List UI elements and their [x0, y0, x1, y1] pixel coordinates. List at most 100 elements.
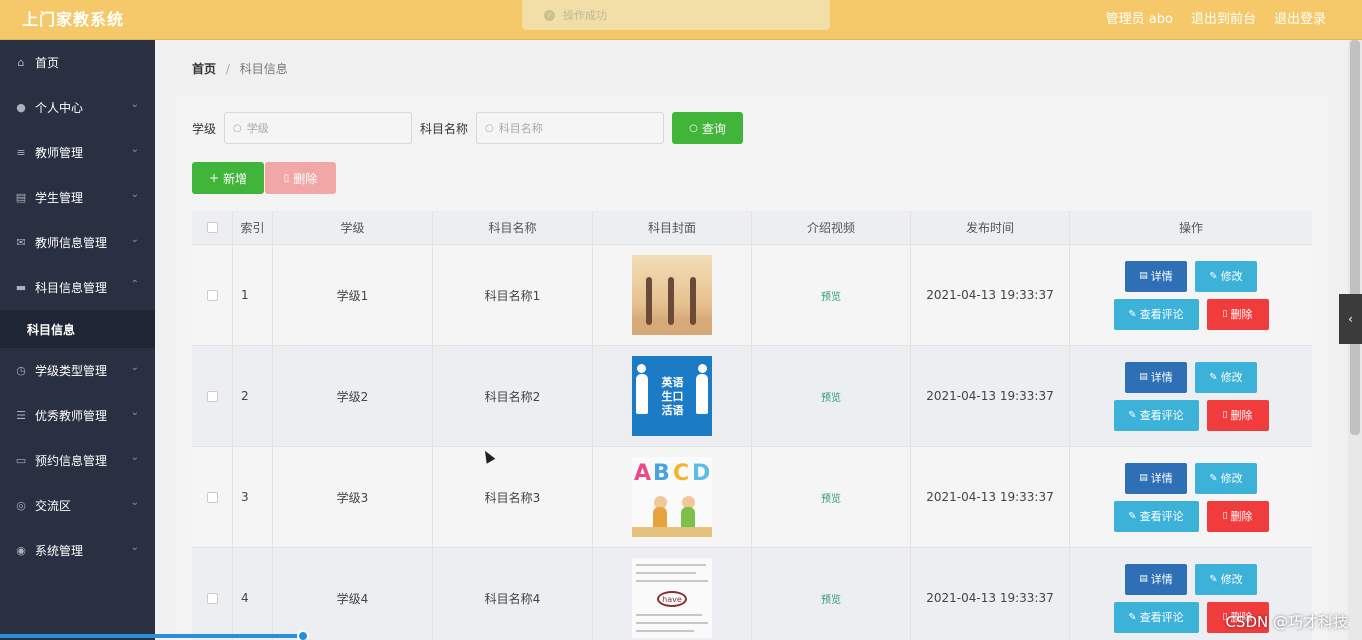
ops-line: ▤ 详情 ✎ 修改	[1125, 462, 1257, 494]
list-icon: ≡	[16, 146, 26, 159]
detail-label: 详情	[1150, 472, 1173, 485]
detail-button[interactable]: ▤ 详情	[1125, 563, 1187, 595]
chevron-down-icon: ⌄	[130, 234, 139, 245]
sidebar-item-grade-types[interactable]: ◷ 学级类型管理 ⌄	[0, 348, 155, 393]
sliders-icon: ☰	[16, 409, 26, 422]
sidebar-item-label: 教师管理	[35, 146, 84, 160]
cover-letter: C	[673, 461, 690, 486]
edit-button[interactable]: ✎ 修改	[1195, 563, 1257, 595]
row-checkbox[interactable]	[206, 390, 218, 402]
trash-icon: ▯	[1222, 309, 1228, 319]
row-checkbox[interactable]	[206, 289, 218, 301]
cover-kid	[681, 507, 695, 529]
cover-text-line	[636, 622, 708, 624]
video-preview-link[interactable]: 预览	[821, 288, 841, 303]
video-preview-link[interactable]: 预览	[821, 591, 841, 606]
sidebar-item-label: 优秀教师管理	[35, 409, 108, 423]
edit-button[interactable]: ✎ 修改	[1195, 361, 1257, 393]
sidebar-item-appointments[interactable]: ▭ 预约信息管理 ⌄	[0, 438, 155, 483]
compass-icon: ◎	[16, 499, 26, 512]
ops-line: ✎ 查看评论 ▯ 删除	[1113, 500, 1269, 532]
chevron-down-icon: ⌄	[130, 542, 139, 553]
sidebar-subitem-subject-info[interactable]: 科目信息	[0, 310, 155, 348]
collapse-panel-tab[interactable]: ‹	[1339, 294, 1362, 344]
sidebar-item-label: 首页	[35, 56, 60, 70]
sidebar-item-label: 学级类型管理	[35, 364, 108, 378]
trash-icon: ▯	[1222, 511, 1228, 521]
video-progress-bar[interactable]	[0, 634, 303, 638]
sidebar-item-system[interactable]: ◉ 系统管理 ⌄	[0, 528, 155, 573]
delete-button[interactable]: ▯ 删除	[1206, 298, 1269, 330]
detail-button[interactable]: ▤ 详情	[1125, 361, 1187, 393]
query-button[interactable]: ○ 查询	[672, 112, 744, 144]
edit-button[interactable]: ✎ 修改	[1195, 260, 1257, 292]
cover-image-mindmap[interactable]: have	[632, 558, 712, 638]
select-all-cell	[192, 211, 233, 244]
logout-link[interactable]: 退出登录	[1274, 8, 1326, 27]
front-link[interactable]: 退出到前台	[1191, 8, 1256, 27]
detail-button[interactable]: ▤ 详情	[1125, 462, 1187, 494]
table-row: 1 学级1 科目名称1 预览 2021-04-13 19:33:37 ▤ 详情 …	[192, 245, 1312, 346]
view-comments-button[interactable]: ✎ 查看评论	[1113, 601, 1199, 633]
chevron-down-icon: ⌄	[130, 189, 139, 200]
view-comments-button[interactable]: ✎ 查看评论	[1113, 298, 1199, 330]
doc-icon: ▤	[1139, 473, 1148, 483]
row-checkbox[interactable]	[206, 491, 218, 503]
header-name: 科目名称	[433, 211, 593, 244]
sidebar-item-students[interactable]: ▤ 学生管理 ⌄	[0, 175, 155, 220]
row-ops: ▤ 详情 ✎ 修改 ✎ 查看评论 ▯ 删除	[1070, 346, 1312, 446]
sidebar-item-profile[interactable]: ● 个人中心 ⌄	[0, 85, 155, 130]
video-progress-knob[interactable]	[297, 630, 309, 640]
row-select-cell	[192, 447, 233, 547]
chevron-down-icon: ⌄	[130, 452, 139, 463]
row-name: 科目名称4	[433, 548, 593, 640]
view-comments-button[interactable]: ✎ 查看评论	[1113, 399, 1199, 431]
breadcrumb-separator: /	[225, 62, 230, 76]
sidebar-item-label: 个人中心	[35, 101, 84, 115]
edit-label: 修改	[1220, 573, 1243, 586]
video-preview-link[interactable]: 预览	[821, 490, 841, 505]
cover-image-dance[interactable]	[632, 255, 712, 335]
delete-button[interactable]: ▯ 删除	[1206, 500, 1269, 532]
delete-button[interactable]: ▯ 删除	[1206, 399, 1269, 431]
sidebar-item-label: 科目信息管理	[35, 281, 108, 295]
sidebar-item-home[interactable]: ⌂ 首页	[0, 40, 155, 85]
batch-delete-button[interactable]: ▯ 删除	[265, 162, 336, 194]
view-comments-button[interactable]: ✎ 查看评论	[1113, 500, 1199, 532]
subject-table: 索引 学级 科目名称 科目封面 介绍视频 发布时间 操作 1 学级1 科目名称1	[192, 211, 1312, 640]
sidebar-item-excellent-teachers[interactable]: ☰ 优秀教师管理 ⌄	[0, 393, 155, 438]
ops-group: ▤ 详情 ✎ 修改 ✎ 查看评论 ▯ 删除	[1113, 260, 1269, 330]
chevron-up-icon: ⌃	[130, 279, 139, 290]
row-video-cell: 预览	[752, 447, 911, 547]
cover-image-abcd[interactable]: A B C D	[632, 457, 712, 537]
breadcrumb-home[interactable]: 首页	[192, 62, 216, 76]
sidebar-item-teachers[interactable]: ≡ 教师管理 ⌄	[0, 130, 155, 175]
user-label[interactable]: 管理员 abo	[1106, 8, 1173, 27]
sidebar-item-subjects[interactable]: ▬ 科目信息管理 ⌃	[0, 265, 155, 310]
sidebar-item-forum[interactable]: ◎ 交流区 ⌄	[0, 483, 155, 528]
edit-button[interactable]: ✎ 修改	[1195, 462, 1257, 494]
cover-image-english[interactable]: 英语 生口 活语	[632, 356, 712, 436]
subject-name-search-input[interactable]: ○ 科目名称	[476, 112, 665, 144]
grade-search-input[interactable]: ○ 学级	[224, 112, 413, 144]
row-checkbox[interactable]	[206, 592, 218, 604]
subject-name-placeholder: 科目名称	[498, 122, 543, 135]
select-all-checkbox[interactable]	[206, 222, 218, 233]
header-cover: 科目封面	[593, 211, 752, 244]
sidebar-item-teacher-info[interactable]: ✉ 教师信息管理 ⌄	[0, 220, 155, 265]
cover-text-line	[636, 630, 694, 632]
cover-figure	[646, 277, 652, 325]
video-preview-link[interactable]: 预览	[821, 389, 841, 404]
sidebar-item-label: 预约信息管理	[35, 454, 108, 468]
ops-line: ▤ 详情 ✎ 修改	[1125, 260, 1257, 292]
scrollbar-thumb[interactable]	[1350, 40, 1360, 435]
grade-placeholder: 学级	[246, 122, 269, 135]
row-cover-cell	[593, 245, 752, 345]
breadcrumb: 首页 / 科目信息	[192, 60, 288, 77]
detail-button[interactable]: ▤ 详情	[1125, 260, 1187, 292]
doc-icon: ▤	[1139, 372, 1148, 382]
subject-name-label: 科目名称	[420, 121, 469, 136]
add-button[interactable]: + 新增	[192, 162, 264, 194]
row-cover-cell: have	[593, 548, 752, 640]
delete-label: 删除	[293, 171, 318, 186]
